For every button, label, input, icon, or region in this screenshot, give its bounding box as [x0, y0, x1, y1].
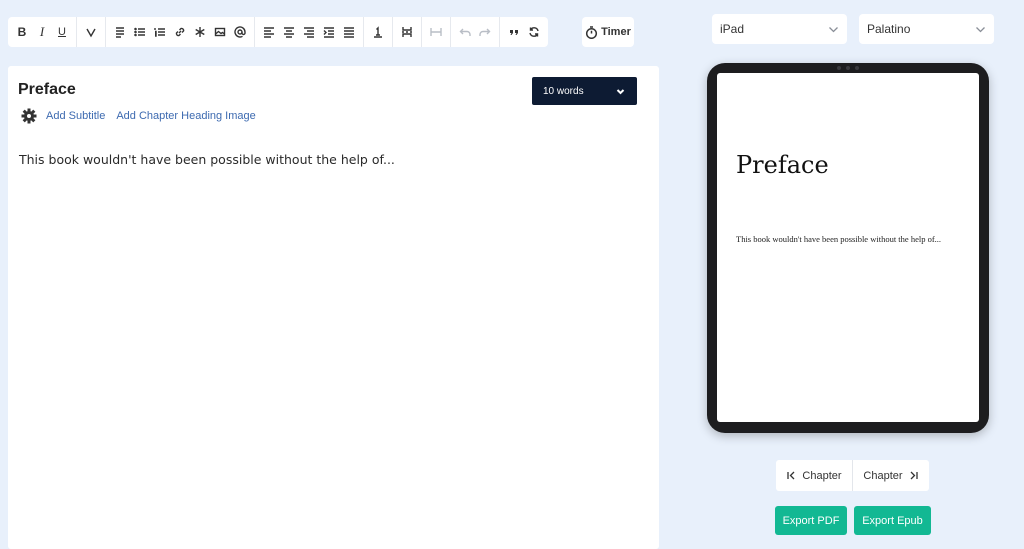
device-select[interactable]: iPad — [712, 14, 847, 44]
italic-button[interactable]: I — [32, 17, 52, 47]
gear-icon[interactable] — [21, 108, 37, 124]
editor-panel: Preface Add Subtitle Add Chapter Heading… — [8, 66, 659, 549]
chevron-down-icon — [616, 88, 625, 94]
paragraph-button[interactable] — [110, 17, 130, 47]
more-group — [77, 17, 106, 47]
skip-back-icon — [787, 471, 795, 480]
formatting-toolbar: B I U — [8, 17, 548, 47]
refresh-icon — [529, 27, 539, 37]
bullet-list-button[interactable] — [130, 17, 150, 47]
indent-button[interactable] — [319, 17, 339, 47]
font-select-value: Palatino — [867, 22, 911, 36]
timer-label: Timer — [601, 26, 631, 38]
add-subtitle-link[interactable]: Add Subtitle — [46, 110, 105, 122]
image-icon — [214, 27, 226, 37]
text-style-group: B I U — [8, 17, 77, 47]
underline-button[interactable]: U — [52, 17, 72, 47]
chevron-down-icon — [86, 28, 96, 38]
page-break-icon — [402, 27, 412, 37]
bold-button[interactable]: B — [12, 17, 32, 47]
preview-screen: Preface This book wouldn't have been pos… — [717, 73, 979, 422]
paragraph-icon — [116, 27, 124, 38]
stopwatch-icon — [586, 25, 598, 39]
more-styles-button[interactable] — [81, 17, 101, 47]
number-one-icon — [374, 26, 382, 38]
camera-icon — [827, 66, 869, 70]
previous-chapter-label: Chapter — [802, 469, 842, 482]
chapter-navigation: Chapter Chapter — [776, 460, 929, 491]
align-left-button[interactable] — [259, 17, 279, 47]
align-left-icon — [264, 27, 274, 38]
preview-title: Preface — [736, 151, 829, 179]
insert-group — [106, 17, 255, 47]
preview-body-text: This book wouldn't have been possible wi… — [736, 234, 942, 244]
ornamental-break-button[interactable] — [368, 17, 388, 47]
refresh-button[interactable] — [524, 17, 544, 47]
export-pdf-button[interactable]: Export PDF — [775, 506, 847, 535]
history-group — [451, 17, 500, 47]
asterisk-icon — [195, 27, 205, 37]
alignment-group — [255, 17, 364, 47]
scene-break-button[interactable] — [426, 17, 446, 47]
image-button[interactable] — [210, 17, 230, 47]
extra-group — [500, 17, 548, 47]
word-count-dropdown[interactable]: 10 words — [532, 77, 637, 105]
ipad-preview-frame: Preface This book wouldn't have been pos… — [707, 63, 989, 433]
timer-button[interactable]: Timer — [582, 17, 634, 47]
layout-group — [393, 17, 422, 47]
add-heading-image-link[interactable]: Add Chapter Heading Image — [116, 110, 255, 122]
word-count-label: 10 words — [543, 85, 584, 97]
next-chapter-label: Chapter — [863, 469, 903, 482]
chapter-title[interactable]: Preface — [18, 81, 76, 99]
font-select[interactable]: Palatino — [859, 14, 994, 44]
align-center-icon — [284, 27, 294, 38]
chevron-down-icon — [976, 26, 985, 32]
export-epub-button[interactable]: Export Epub — [854, 506, 931, 535]
footnote-button[interactable] — [190, 17, 210, 47]
align-center-button[interactable] — [279, 17, 299, 47]
numbered-list-button[interactable] — [150, 17, 170, 47]
previous-chapter-button[interactable]: Chapter — [776, 460, 852, 491]
quote-button[interactable] — [504, 17, 524, 47]
bullet-list-icon — [134, 27, 145, 37]
quote-icon — [510, 30, 518, 35]
scene-break-icon — [430, 28, 442, 36]
link-icon — [175, 27, 185, 37]
undo-button[interactable] — [455, 17, 475, 47]
align-right-icon — [304, 27, 314, 38]
chevron-down-icon — [829, 26, 838, 32]
numbered-list-icon — [154, 28, 165, 37]
link-button[interactable] — [170, 17, 190, 47]
align-justify-icon — [344, 27, 354, 38]
mention-button[interactable] — [230, 17, 250, 47]
at-sign-icon — [234, 26, 246, 38]
next-chapter-button[interactable]: Chapter — [852, 460, 929, 491]
indent-icon — [323, 27, 334, 38]
page-break-button[interactable] — [397, 17, 417, 47]
heading-group — [364, 17, 393, 47]
justify-button[interactable] — [339, 17, 359, 47]
undo-icon — [459, 28, 471, 36]
device-select-value: iPad — [720, 22, 745, 36]
redo-icon — [479, 28, 491, 36]
skip-forward-icon — [910, 471, 918, 480]
align-right-button[interactable] — [299, 17, 319, 47]
editor-body-text[interactable]: This book wouldn't have been possible wi… — [19, 152, 395, 167]
spacing-group — [422, 17, 451, 47]
redo-button[interactable] — [475, 17, 495, 47]
chapter-links: Add Subtitle Add Chapter Heading Image — [46, 110, 256, 122]
